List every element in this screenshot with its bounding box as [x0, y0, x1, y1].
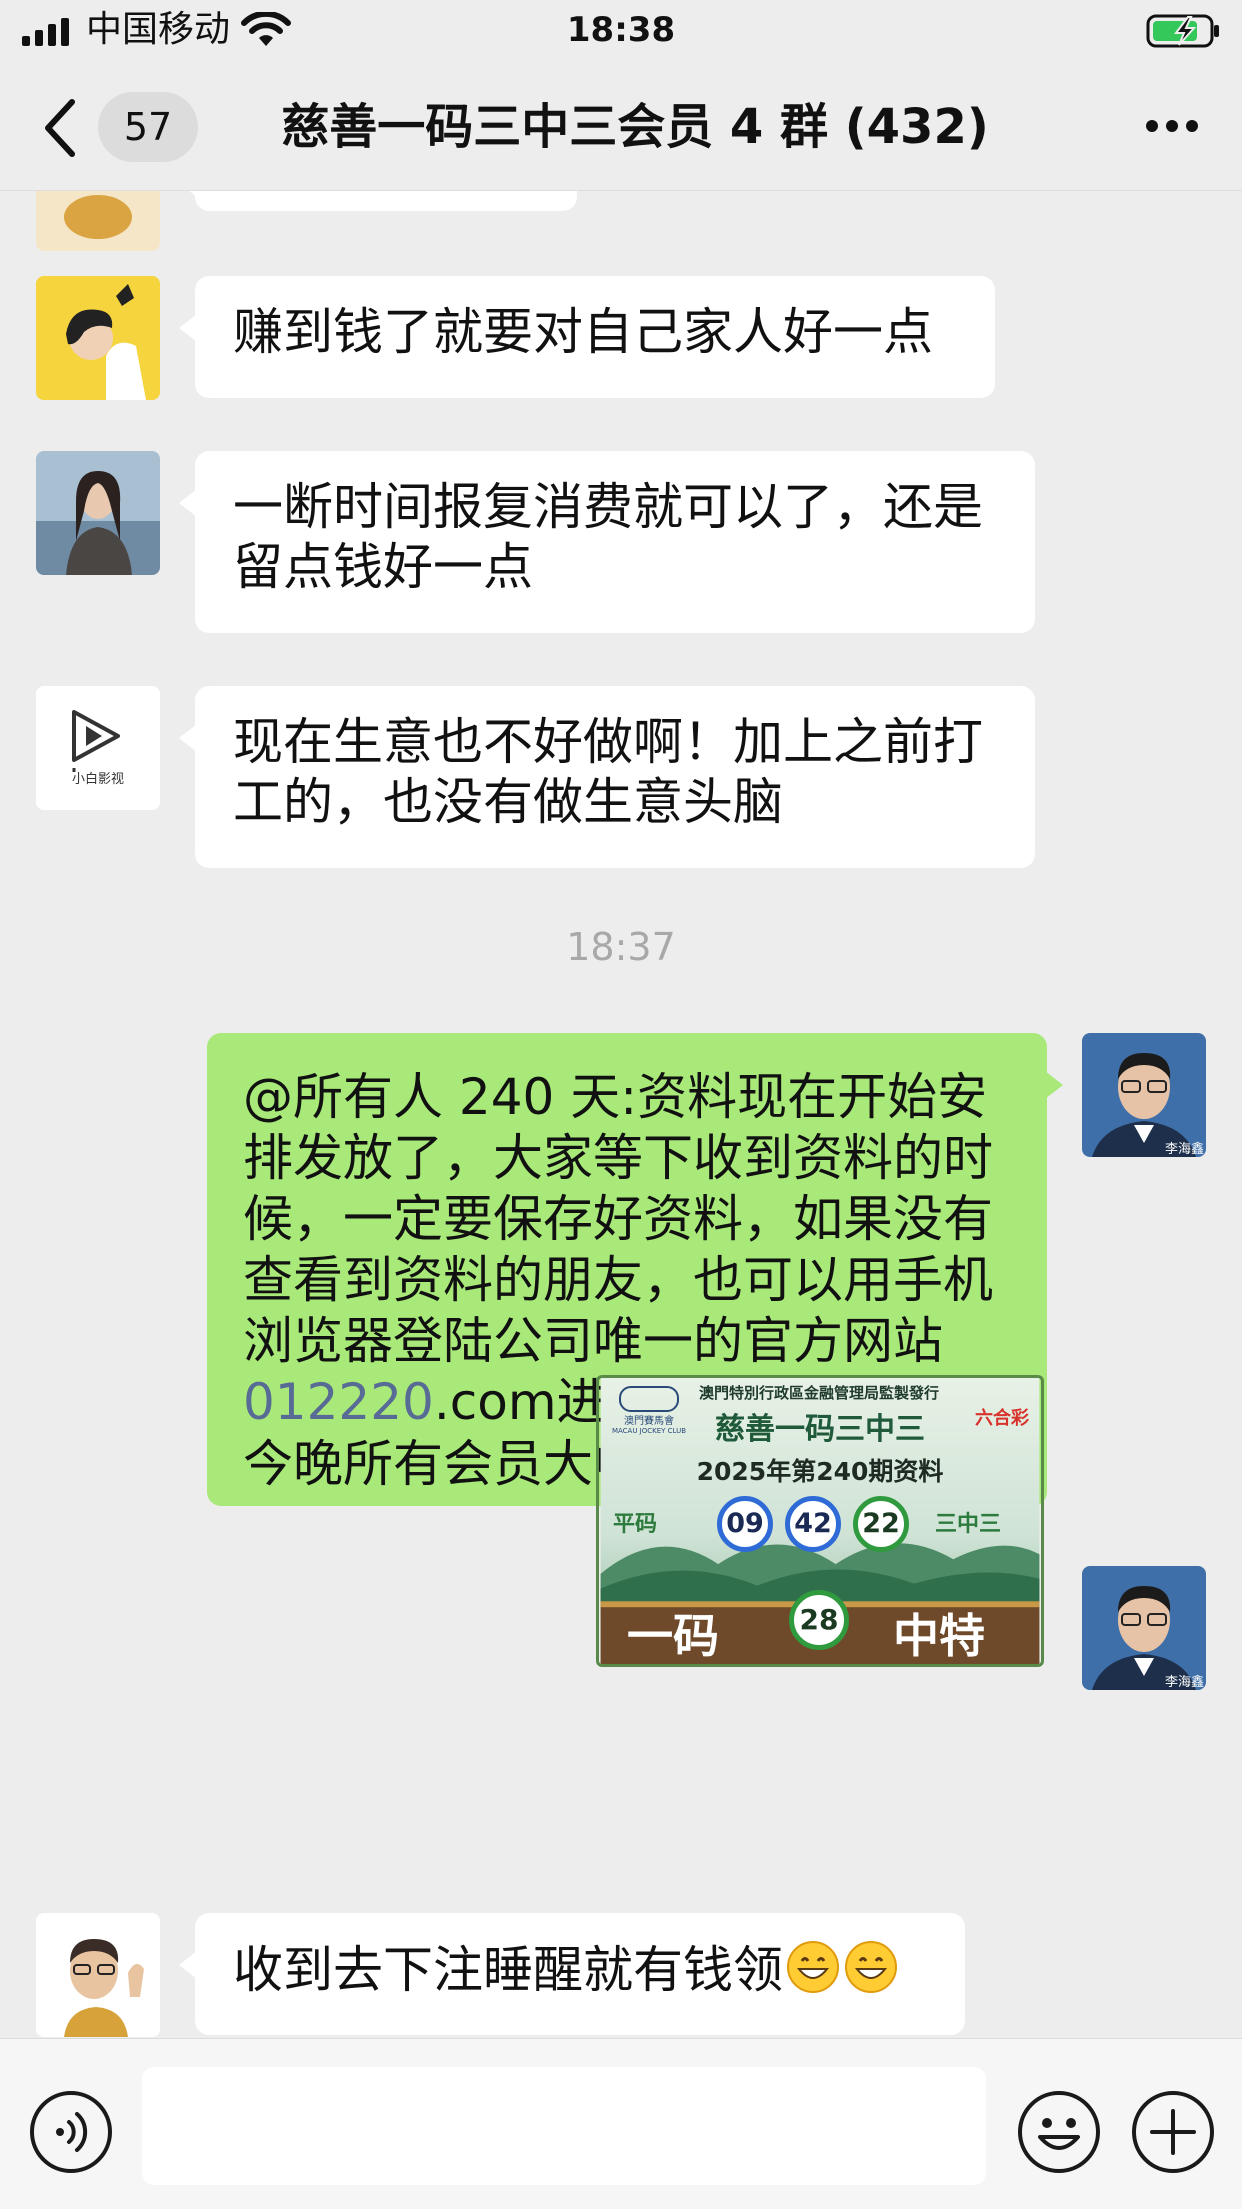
message-text: 现在生意也不好做啊！加上之前打工的，也没有做生意头脑 — [233, 713, 983, 831]
poster-bottom-left: 一码 — [627, 1609, 719, 1663]
message-text: 赚到钱了就要对自己家人好一点 — [233, 303, 933, 361]
website-link[interactable]: 012220 — [243, 1373, 434, 1431]
message-bubble[interactable] — [179, 191, 577, 211]
special-number-ball: 28 — [789, 1590, 849, 1650]
status-bar: 中国移动 18:38 — [0, 0, 1242, 62]
message-text: 收到去下注睡醒就有钱领 — [233, 1941, 783, 1999]
avatar[interactable] — [36, 276, 160, 400]
video-play-icon — [36, 686, 160, 810]
number-ball: 22 — [853, 1496, 909, 1552]
poster-left-label: 平码 — [613, 1512, 658, 1537]
battery-charging-icon — [1146, 14, 1219, 48]
chat-input-bar — [0, 2038, 1242, 2209]
avatar-self[interactable]: 李海鑫 — [1082, 1566, 1206, 1690]
emoji-picker-icon[interactable] — [1016, 2089, 1102, 2175]
status-time: 18:38 — [566, 10, 676, 50]
lottery-image-message[interactable]: 澳門特別行政區金融管理局監製發行 澳門賽馬會 MACAU JOCKEY CLUB… — [596, 1375, 1044, 1667]
number-ball: 42 — [785, 1496, 841, 1552]
timestamp: 18:37 — [566, 925, 676, 969]
poster-bottom-right: 中特 — [893, 1609, 985, 1663]
message-bubble[interactable]: 一断时间报复消费就可以了，还是留点钱好一点 — [179, 451, 1035, 633]
more-functions-plus-icon[interactable] — [1130, 2089, 1216, 2175]
poster-right-label: 三中三 — [935, 1512, 1002, 1537]
more-options-icon[interactable] — [1144, 118, 1200, 134]
message-bubble[interactable]: 收到去下注睡醒就有钱领 — [179, 1913, 965, 2035]
message-text: 一断时间报复消费就可以了，还是留点钱好一点 — [233, 478, 983, 596]
avatar[interactable]: 小白影视 — [36, 686, 160, 810]
chat-header: 57 慈善一码三中三会员 4 群 (432) — [0, 62, 1242, 191]
number-ball: 09 — [717, 1496, 773, 1552]
message-bubble[interactable]: 现在生意也不好做啊！加上之前打工的，也没有做生意头脑 — [179, 686, 1035, 868]
avatar[interactable] — [36, 1913, 160, 2037]
grinning-face-emoji-icon — [845, 1941, 897, 1993]
avatar-name-tag: 李海鑫 — [1164, 1675, 1204, 1690]
avatar-name-tag: 李海鑫 — [1164, 1142, 1204, 1157]
avatar[interactable] — [36, 191, 160, 251]
avatar-label: 小白影视 — [71, 772, 124, 787]
chat-title: 慈善一码三中三会员 4 群 (432) — [281, 99, 989, 155]
message-text: @所有人 240 天:资料现在开始安排发放了，大家等下收到资料的时候，一定要保存… — [243, 1068, 993, 1370]
unread-count-badge[interactable]: 57 — [98, 92, 198, 162]
message-bubble[interactable]: 赚到钱了就要对自己家人好一点 — [179, 276, 995, 398]
message-input[interactable] — [142, 2067, 986, 2185]
avatar-self[interactable]: 李海鑫 — [1082, 1033, 1206, 1157]
poster-header-small: 澳門特別行政區金融管理局監製發行 — [699, 1384, 940, 1402]
avatar[interactable] — [36, 451, 160, 575]
message-list[interactable]: 赚到钱了就要对自己家人好一点 一断时间报复消费就可以了，还是留点钱好一点 小白影… — [0, 191, 1242, 2037]
grinning-face-emoji-icon — [787, 1941, 839, 1993]
poster-title: 慈善一码三中三 — [715, 1412, 925, 1447]
voice-input-icon[interactable] — [28, 2089, 114, 2175]
back-chevron-icon[interactable] — [42, 98, 78, 158]
poster-issue: 2025年第240期资料 — [696, 1457, 944, 1486]
